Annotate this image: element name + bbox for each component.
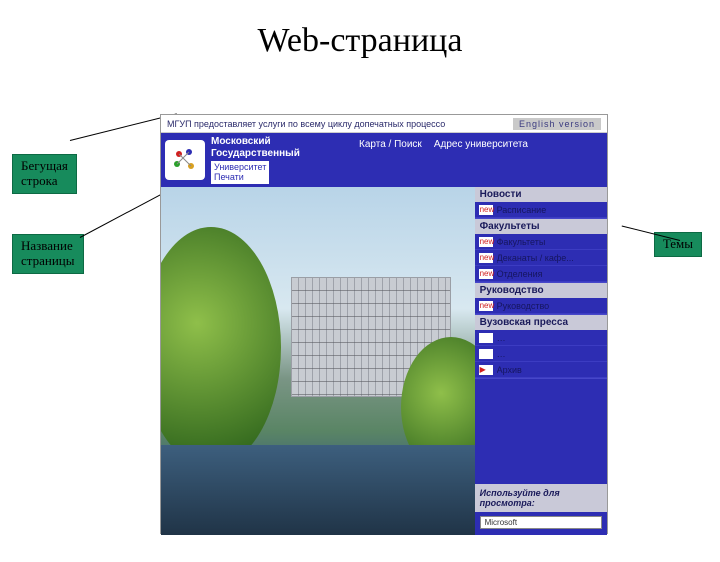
nav-section-news: Новости new Расписание: [475, 187, 607, 219]
nav-item-label: Архив: [497, 365, 522, 375]
nav-item-label: Руководство: [497, 301, 550, 311]
nav-head[interactable]: Новости: [475, 187, 607, 202]
top-nav: Карта / Поиск Адрес университета: [351, 133, 607, 187]
side-nav: Новости new Расписание Факультеты new Фа…: [475, 187, 607, 535]
new-badge-icon: new: [479, 269, 493, 279]
logo-icon: [165, 140, 205, 180]
logo-line4: Печати: [214, 172, 244, 182]
slide-title: Web-страница: [0, 22, 720, 60]
hero-photo: [161, 187, 475, 535]
webpage-screenshot: МГУП предоставляет услуги по всему циклу…: [160, 114, 608, 534]
nav-item-label: Отделения: [497, 269, 543, 279]
nav-item[interactable]: new Факультеты: [475, 234, 607, 250]
viewer-button[interactable]: Microsoft: [480, 516, 602, 529]
tree-graphic: [161, 227, 281, 467]
english-version-link[interactable]: English version: [513, 118, 601, 130]
water-graphic: [161, 445, 475, 535]
nav-item-label: Расписание: [497, 205, 547, 215]
page-header: Московский Государственный Университет П…: [161, 133, 607, 187]
bullet-icon: [479, 333, 493, 343]
nav-item-label: …: [497, 349, 506, 359]
nav-item[interactable]: new Отделения: [475, 266, 607, 282]
logo-text: Московский Государственный Университет П…: [211, 136, 300, 184]
logo-line2: Государственный: [211, 148, 300, 160]
nav-map-search[interactable]: Карта / Поиск: [359, 139, 422, 181]
logo-line3: Университет: [214, 162, 266, 172]
nav-item-label: …: [497, 333, 506, 343]
nav-section-faculties: Факультеты new Факультеты new Деканаты /…: [475, 219, 607, 283]
logo-block[interactable]: Московский Государственный Университет П…: [161, 133, 351, 187]
nav-section-leadership: Руководство new Руководство: [475, 283, 607, 315]
nav-item[interactable]: …: [475, 330, 607, 346]
nav-item[interactable]: new Руководство: [475, 298, 607, 314]
nav-head[interactable]: Руководство: [475, 283, 607, 298]
new-badge-icon: new: [479, 301, 493, 311]
pointer-line: [80, 192, 164, 237]
nav-head[interactable]: Факультеты: [475, 219, 607, 234]
nav-item-label: Деканаты / кафе...: [497, 253, 574, 263]
arrow-icon: ▶: [479, 365, 493, 375]
new-badge-icon: new: [479, 237, 493, 247]
nav-item[interactable]: …: [475, 346, 607, 362]
nav-item[interactable]: ▶ Архив: [475, 362, 607, 378]
nav-item[interactable]: new Деканаты / кафе...: [475, 250, 607, 266]
marquee-bar: МГУП предоставляет услуги по всему циклу…: [161, 115, 607, 133]
bullet-icon: [479, 349, 493, 359]
nav-item-label: Факультеты: [497, 237, 546, 247]
marquee-text: МГУП предоставляет услуги по всему циклу…: [167, 119, 445, 129]
callout-marquee: Бегущаястрока: [12, 154, 77, 194]
logo-line1: Московский: [211, 136, 300, 148]
nav-item[interactable]: new Расписание: [475, 202, 607, 218]
callout-pagename: Названиестраницы: [12, 234, 84, 274]
nav-head[interactable]: Вузовская пресса: [475, 315, 607, 330]
main-content: Новости new Расписание Факультеты new Фа…: [161, 187, 607, 535]
viewer-hint: Используйте дляпросмотра:: [475, 484, 607, 512]
nav-section-press: Вузовская пресса … … ▶ Архив: [475, 315, 607, 379]
nav-address[interactable]: Адрес университета: [434, 139, 528, 181]
new-badge-icon: new: [479, 205, 493, 215]
new-badge-icon: new: [479, 253, 493, 263]
